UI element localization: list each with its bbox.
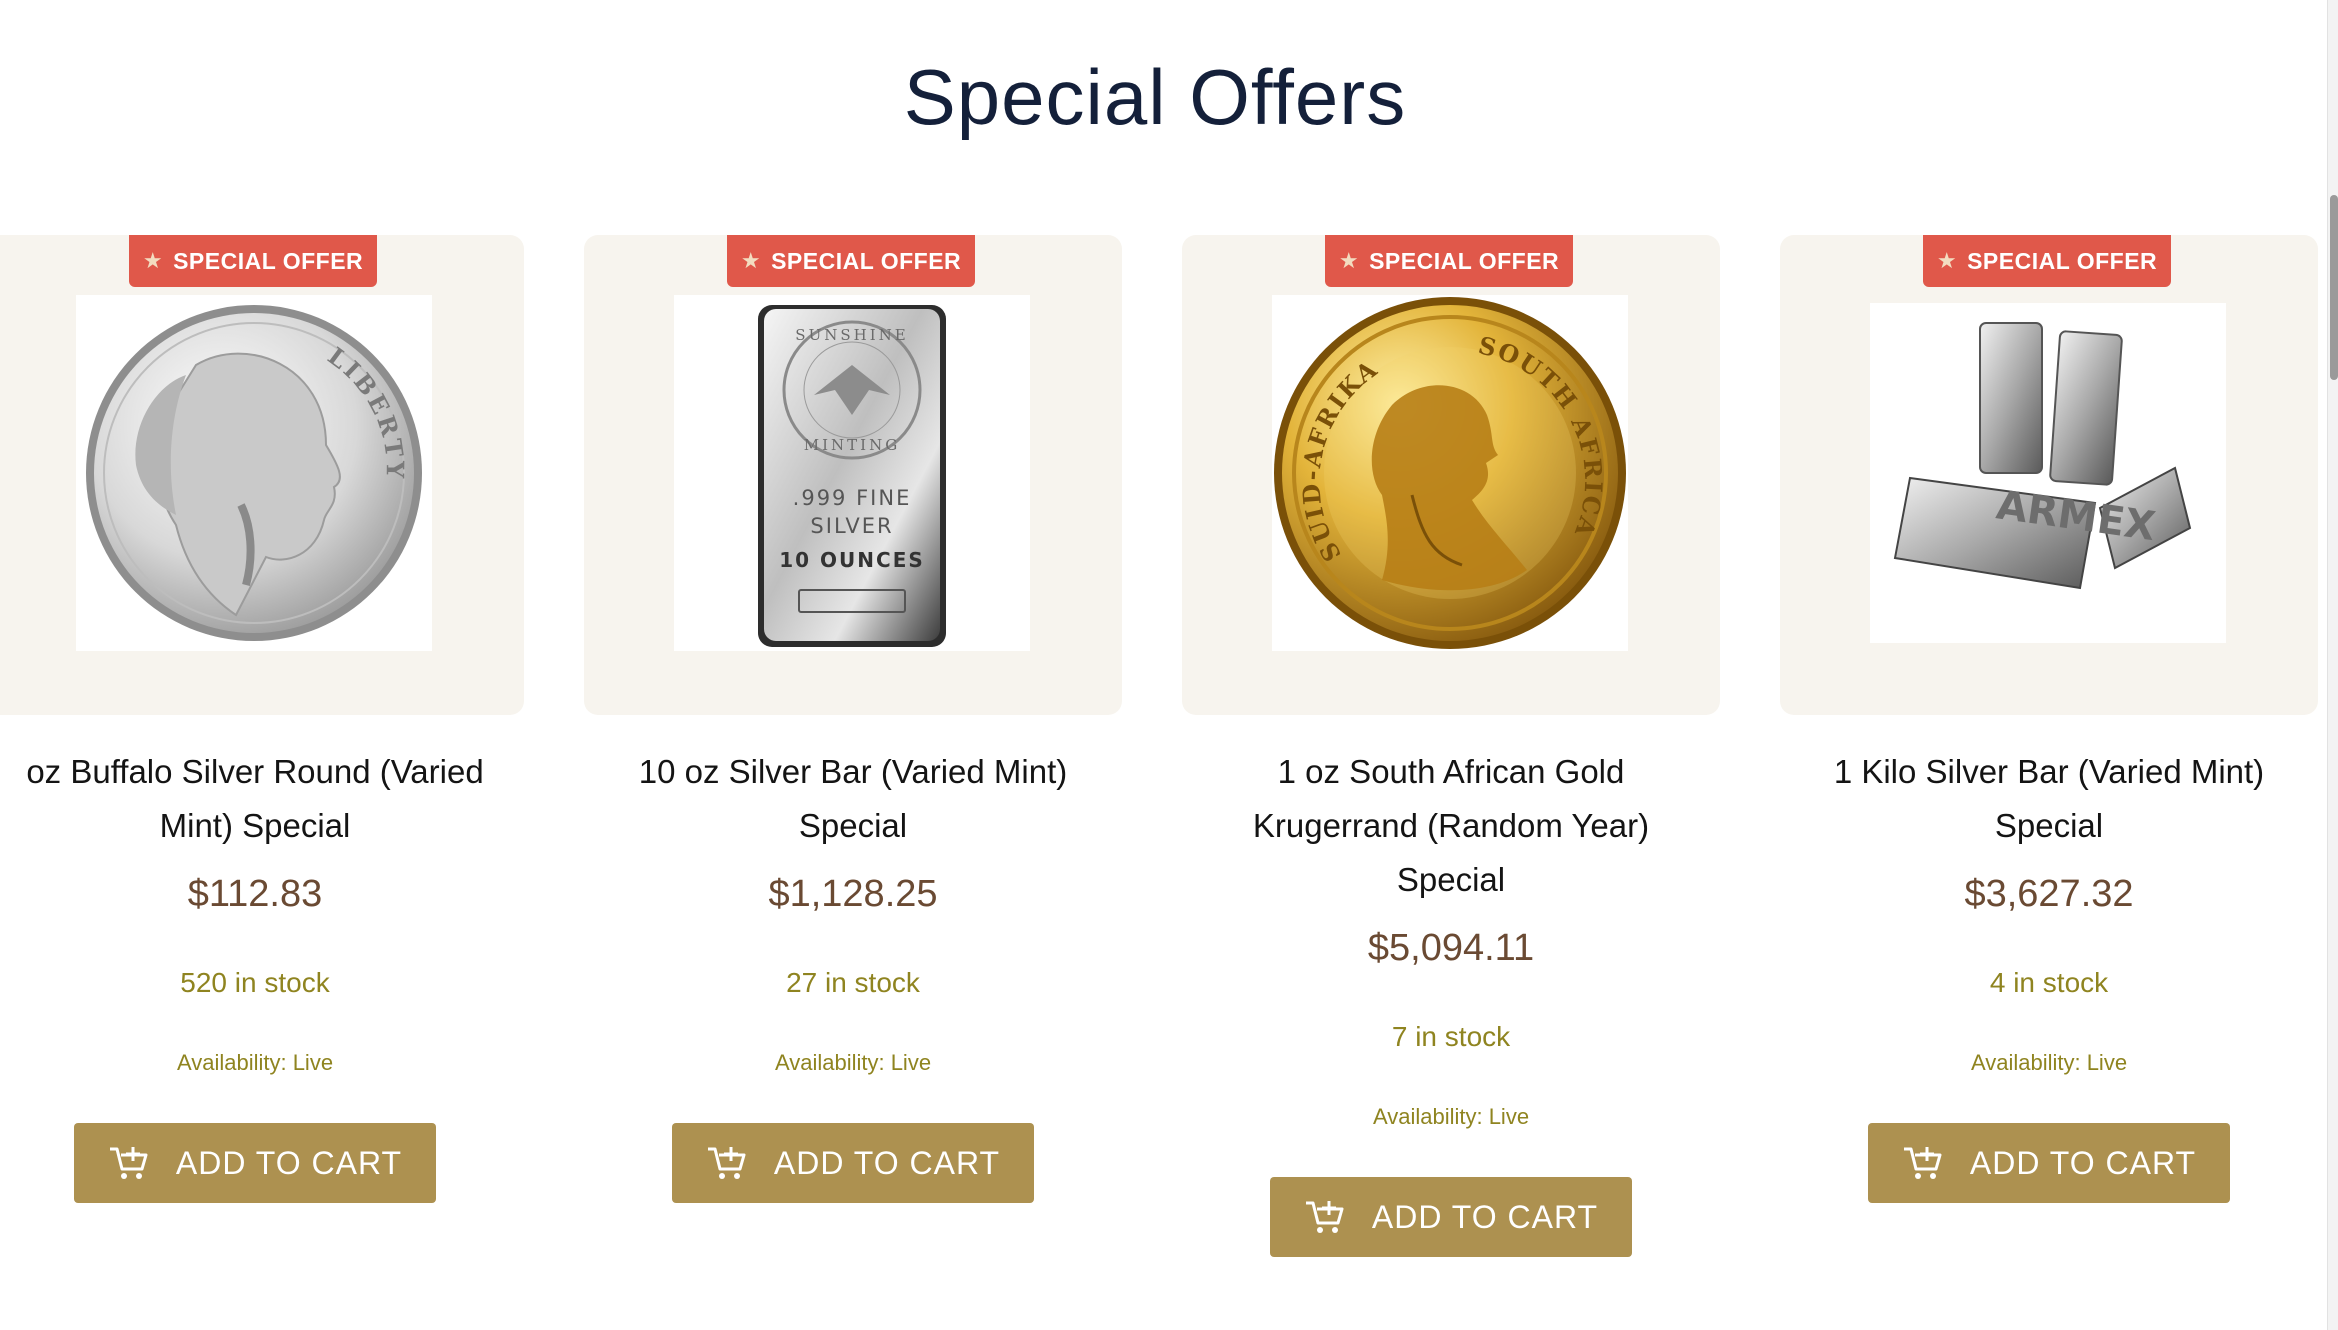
star-icon: ★ [1338, 248, 1360, 273]
special-offer-badge: ★ SPECIAL OFFER [1923, 235, 2171, 287]
add-to-cart-button[interactable]: ADD TO CART [672, 1123, 1034, 1203]
star-icon: ★ [142, 248, 164, 273]
svg-text:SILVER: SILVER [810, 514, 893, 538]
gold-coin-graphic: SUID-AFRIKA SOUTH AFRICA [1274, 297, 1626, 649]
kilo-silver-bars-image: ARMEX [1870, 303, 2226, 643]
page-scrollbar[interactable] [2327, 0, 2338, 1330]
badge-label: SPECIAL OFFER [1369, 247, 1560, 274]
star-icon: ★ [1936, 248, 1958, 273]
product-image-box[interactable]: ★ SPECIAL OFFER ARMEX [1780, 235, 2318, 715]
badge-label: SPECIAL OFFER [771, 247, 962, 274]
product-price: $5,094.11 [1367, 927, 1535, 969]
availability-status: Availability: Live [1372, 1104, 1530, 1129]
cart-add-icon [707, 1147, 746, 1179]
stock-count: 7 in stock [1391, 1021, 1511, 1052]
cart-add-icon [1903, 1147, 1942, 1179]
add-to-cart-button[interactable]: ADD TO CART [74, 1123, 436, 1203]
product-image-box[interactable]: ★ SPECIAL OFFER [1182, 235, 1720, 715]
svg-text:SUNSHINE: SUNSHINE [795, 326, 908, 344]
availability-status: Availability: Live [176, 1050, 334, 1075]
add-to-cart-button[interactable]: ADD TO CART [1868, 1123, 2230, 1203]
product-price: $1,128.25 [768, 873, 938, 915]
badge-label: SPECIAL OFFER [1967, 247, 2158, 274]
add-to-cart-label: ADD TO CART [175, 1144, 403, 1181]
silver-bar-graphic: SUNSHINE MINTING .999 FINE SILVER 10 OUN… [758, 305, 946, 647]
krugerrand-gold-coin-image: SUID-AFRIKA SOUTH AFRICA [1272, 295, 1628, 651]
product-price: $112.83 [187, 873, 323, 915]
buffalo-coin-graphic: LIBERTY [86, 305, 422, 641]
section-title: Special Offers [903, 53, 1407, 141]
availability-status: Availability: Live [774, 1050, 932, 1075]
svg-text:10 OUNCES: 10 OUNCES [779, 548, 925, 572]
product-price: $3,627.32 [1964, 873, 2134, 915]
star-icon: ★ [740, 248, 762, 273]
cart-add-icon [109, 1147, 148, 1179]
badge-label: SPECIAL OFFER [173, 247, 364, 274]
availability-status: Availability: Live [1970, 1050, 2128, 1075]
buffalo-silver-round-image: LIBERTY [76, 295, 432, 651]
special-offer-badge: ★ SPECIAL OFFER [1325, 235, 1573, 287]
stock-count: 4 in stock [1989, 967, 2109, 998]
special-offer-badge: ★ SPECIAL OFFER [129, 235, 377, 287]
svg-text:MINTING: MINTING [804, 436, 900, 454]
product-image-box[interactable]: ★ SPECIAL OFFER [584, 235, 1122, 715]
special-offers-page: Special Offers ★ SPECIAL OFFER LIBERTY o… [0, 0, 2338, 1330]
add-to-cart-label: ADD TO CART [1969, 1144, 2197, 1181]
product-title[interactable]: oz Buffalo Silver Round (Varied Mint) Sp… [0, 745, 524, 853]
add-to-cart-label: ADD TO CART [1371, 1198, 1599, 1235]
product-image-box[interactable]: ★ SPECIAL OFFER [0, 235, 524, 715]
stock-count: 27 in stock [786, 967, 920, 998]
add-to-cart-button[interactable]: ADD TO CART [1270, 1177, 1632, 1257]
cart-add-icon [1305, 1201, 1344, 1233]
svg-text:.999 FINE: .999 FINE [793, 486, 912, 510]
scrollbar-thumb[interactable] [2330, 195, 2338, 380]
special-offer-badge: ★ SPECIAL OFFER [727, 235, 975, 287]
product-title[interactable]: 1 Kilo Silver Bar (Varied Mint) Special [1780, 745, 2318, 853]
silver-bars-graphic: ARMEX [1893, 322, 2192, 590]
sunshine-silver-bar-image: SUNSHINE MINTING .999 FINE SILVER 10 OUN… [674, 295, 1030, 651]
add-to-cart-label: ADD TO CART [773, 1144, 1001, 1181]
product-title[interactable]: 1 oz South African Gold Krugerrand (Rand… [1182, 745, 1720, 907]
product-title[interactable]: 10 oz Silver Bar (Varied Mint) Special [584, 745, 1122, 853]
stock-count: 520 in stock [180, 967, 330, 998]
